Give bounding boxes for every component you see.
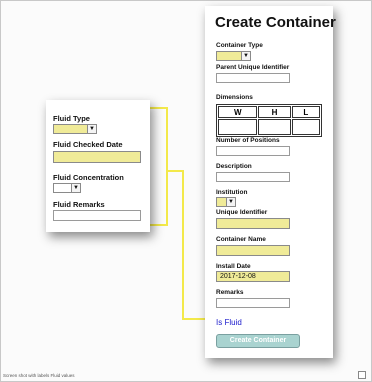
install-date-input[interactable]: 2017-12-08 (216, 271, 290, 282)
unique-identifier-label: Unique Identifier (216, 209, 268, 216)
install-date-label: Install Date (216, 263, 251, 270)
fluid-panel: Fluid Type ▼ Fluid Checked Date Fluid Co… (46, 100, 150, 232)
container-name-label: Container Name (216, 236, 266, 243)
dimensions-label: Dimensions (216, 94, 253, 101)
dims-input-h[interactable] (258, 119, 291, 135)
status-caption: Screen shot with labels Fluid values (3, 373, 75, 378)
remarks-label: Remarks (216, 289, 244, 296)
parent-uid-input[interactable] (216, 73, 290, 83)
institution-select[interactable]: ▼ (216, 197, 236, 207)
page-title: Create Container (215, 14, 336, 31)
dimensions-table: W H L (216, 104, 322, 137)
parent-uid-label: Parent Unique Identifier (216, 64, 290, 71)
container-name-input[interactable] (216, 245, 290, 256)
fluid-remarks-input[interactable] (53, 210, 141, 221)
fluid-type-select[interactable]: ▼ (53, 124, 97, 134)
unique-identifier-input[interactable] (216, 218, 290, 229)
dims-input-w[interactable] (218, 119, 258, 135)
fluid-checked-date-input[interactable] (53, 151, 141, 163)
institution-label: Institution (216, 189, 248, 196)
connector-line-vertical-right (182, 170, 184, 320)
number-of-positions-input[interactable] (216, 146, 290, 156)
chevron-down-icon: ▼ (241, 52, 250, 60)
dims-input-l[interactable] (291, 119, 320, 135)
number-of-positions-label: Number of Positions (216, 137, 280, 144)
is-fluid-toggle[interactable]: Is Fluid (216, 318, 242, 327)
remarks-input[interactable] (216, 298, 290, 308)
container-type-select[interactable]: ▼ (216, 51, 251, 61)
fluid-concentration-select[interactable]: ▼ (53, 183, 81, 193)
container-type-label: Container Type (216, 42, 263, 49)
fluid-concentration-label: Fluid Concentration (53, 173, 124, 182)
dims-header-h: H (258, 106, 291, 118)
description-label: Description (216, 163, 252, 170)
connector-line-bottom (150, 224, 168, 226)
fluid-type-label: Fluid Type (53, 114, 90, 123)
description-input[interactable] (216, 172, 290, 182)
dims-header-w: W (218, 106, 258, 118)
chevron-down-icon: ▼ (71, 184, 80, 192)
dims-header-l: L (291, 106, 320, 118)
chevron-down-icon: ▼ (226, 198, 235, 206)
create-container-button[interactable]: Create Container (216, 334, 300, 348)
connector-line-vertical-left (166, 107, 168, 225)
resize-handle-icon[interactable] (358, 371, 366, 379)
create-container-panel: Create Container Container Type ▼ Parent… (205, 6, 336, 358)
fluid-remarks-label: Fluid Remarks (53, 200, 105, 209)
chevron-down-icon: ▼ (87, 125, 96, 133)
fluid-checked-date-label: Fluid Checked Date (53, 140, 123, 149)
